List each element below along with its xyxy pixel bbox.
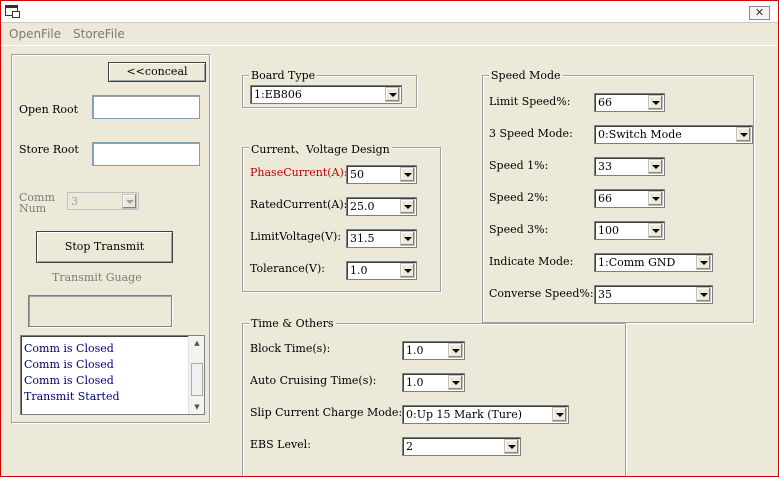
open-root-input[interactable] [92,95,200,119]
conceal-button[interactable]: <<conceal [108,62,206,82]
menu-divider [1,45,778,46]
limit-voltage-label: LimitVoltage(V): [250,230,342,243]
chevron-down-icon[interactable] [648,223,663,238]
limit-speed-label: Limit Speed%: [489,95,571,108]
ebs-level-select[interactable]: 2 [402,437,521,456]
comm-num-select[interactable]: 3 [67,192,139,210]
speed-mode-title: Speed Mode [489,69,563,82]
menu-bar: OpenFile StoreFile [1,24,778,45]
limit-speed-value: 66 [598,96,612,109]
chevron-down-icon[interactable] [552,407,567,422]
log-line: Transmit Started [24,390,120,403]
chevron-down-icon[interactable] [696,255,711,270]
converse-speed-select[interactable]: 35 [594,285,713,304]
chevron-down-icon[interactable] [400,199,415,214]
tolerance-select[interactable]: 1.0 [346,261,417,280]
speed3-select[interactable]: 100 [594,221,665,240]
speed2-select[interactable]: 66 [594,189,665,208]
chevron-down-icon[interactable] [400,263,415,278]
auto-cruising-label: Auto Cruising Time(s): [250,374,377,387]
slip-current-value: 0:Up 15 Mark (Ture) [406,408,523,421]
title-bar[interactable]: ✕ [1,1,778,23]
chevron-down-icon[interactable] [448,375,463,390]
speed1-select[interactable]: 33 [594,157,665,176]
chevron-down-icon[interactable] [400,231,415,246]
limit-voltage-select[interactable]: 31.5 [346,229,417,248]
close-button[interactable]: ✕ [749,6,770,20]
transmit-gauge-label: Transmit Guage [52,271,142,284]
indicate-mode-value: 1:Comm GND [598,256,676,269]
ebs-level-value: 2 [406,440,413,453]
slip-current-label: Slip Current Charge Mode: [250,406,403,419]
tolerance-value: 1.0 [350,264,368,277]
open-root-label: Open Root [19,103,79,116]
speed2-value: 66 [598,192,612,205]
speed3-value: 100 [598,224,619,237]
app-window: ✕ OpenFile StoreFile <<conceal Open Root… [0,0,779,477]
scroll-down-icon[interactable]: ▼ [189,400,205,414]
status-log[interactable]: Comm is Closed Comm is Closed Comm is Cl… [20,335,205,415]
phase-current-label: PhaseCurrent(A): [250,166,348,179]
speed1-value: 33 [598,160,612,173]
phase-current-select[interactable]: 50 [346,165,417,184]
rated-current-label: RatedCurrent(A): [250,198,348,211]
speed2-label: Speed 2%: [489,191,549,204]
comm-num-value: 3 [71,195,78,208]
store-root-label: Store Root [19,143,79,156]
board-type-title: Board Type [249,69,318,82]
chevron-down-icon[interactable] [504,439,519,454]
stop-transmit-button[interactable]: Stop Transmit [36,231,173,263]
scroll-thumb[interactable] [191,363,203,396]
status-log-scrollbar[interactable]: ▲ ▼ [188,336,204,414]
menu-open-file[interactable]: OpenFile [9,27,61,41]
rated-current-select[interactable]: 25.0 [346,197,417,216]
comm-num-label-line2: Num [19,202,47,215]
three-speed-mode-label: 3 Speed Mode: [489,127,573,140]
speed1-label: Speed 1%: [489,159,549,172]
current-voltage-title: Current、Voltage Design [249,141,392,157]
rated-current-value: 25.0 [350,200,375,213]
chevron-down-icon[interactable] [448,343,463,358]
log-line: Comm is Closed [24,342,114,355]
board-type-select[interactable]: 1:EB806 [250,85,402,104]
converse-speed-label: Converse Speed%: [489,287,594,300]
three-speed-mode-select[interactable]: 0:Switch Mode [594,125,753,144]
block-time-select[interactable]: 1.0 [402,341,465,360]
converse-speed-value: 35 [598,288,612,301]
limit-speed-select[interactable]: 66 [594,93,665,112]
store-root-input[interactable] [92,142,200,166]
chevron-down-icon[interactable] [385,87,400,102]
chevron-down-icon[interactable] [648,95,663,110]
status-log-lines: Comm is Closed Comm is Closed Comm is Cl… [24,341,120,405]
chevron-down-icon[interactable] [122,194,137,209]
log-line: Comm is Closed [24,358,114,371]
indicate-mode-label: Indicate Mode: [489,255,574,268]
block-time-label: Block Time(s): [250,342,331,355]
chevron-down-icon[interactable] [648,191,663,206]
menu-store-file[interactable]: StoreFile [73,27,125,41]
auto-cruising-select[interactable]: 1.0 [402,373,465,392]
speed3-label: Speed 3%: [489,223,549,236]
comm-num-label: Comm Num [19,192,55,214]
limit-voltage-value: 31.5 [350,232,375,245]
tolerance-label: Tolerance(V): [250,262,325,275]
log-line: Comm is Closed [24,374,114,387]
indicate-mode-select[interactable]: 1:Comm GND [594,253,713,272]
scroll-up-icon[interactable]: ▲ [189,336,205,350]
app-window-icon [5,5,20,18]
chevron-down-icon[interactable] [696,287,711,302]
phase-current-value: 50 [350,168,364,181]
transmit-gauge-bar [28,295,172,327]
time-others-title: Time & Others [249,317,336,330]
chevron-down-icon[interactable] [736,127,751,142]
auto-cruising-value: 1.0 [406,376,424,389]
slip-current-select[interactable]: 0:Up 15 Mark (Ture) [402,405,569,424]
ebs-level-label: EBS Level: [250,438,311,451]
block-time-value: 1.0 [406,344,424,357]
three-speed-mode-value: 0:Switch Mode [598,128,682,141]
board-type-value: 1:EB806 [254,88,302,101]
chevron-down-icon[interactable] [400,167,415,182]
chevron-down-icon[interactable] [648,159,663,174]
